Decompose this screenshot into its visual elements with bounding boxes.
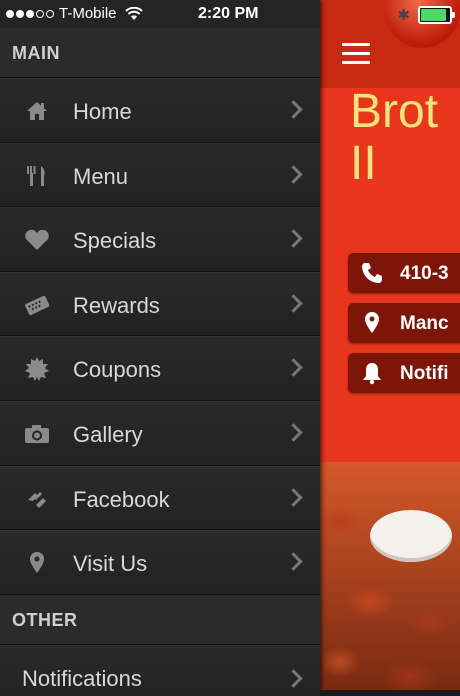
menu-item-facebook[interactable]: Facebook: [0, 465, 320, 531]
chevron-right-icon: [284, 164, 303, 184]
home-icon: [24, 99, 50, 123]
phone-number: 410-3: [400, 263, 449, 284]
menu-item-notifications[interactable]: Notifications: [0, 644, 320, 696]
section-header-other: OTHER: [0, 594, 320, 645]
location-text: Manc: [400, 313, 449, 334]
location-button[interactable]: Manc: [348, 303, 460, 343]
menu-item-label: Specials: [73, 228, 157, 254]
fork-knife-icon: [24, 164, 50, 188]
menu-item-label: Visit Us: [73, 551, 148, 577]
signal-strength-icon: [6, 9, 54, 18]
bell-icon: [360, 361, 384, 385]
chevron-right-icon: [284, 229, 303, 248]
chevron-right-icon: [284, 294, 303, 313]
wifi-icon: [124, 6, 143, 20]
menu-item-home[interactable]: Home: [0, 78, 320, 143]
location-icon: [360, 311, 384, 335]
status-left: T-Mobile: [6, 5, 143, 22]
chevron-right-icon: [284, 423, 303, 442]
menu-item-label: Home: [73, 99, 132, 124]
menu-item-coupons[interactable]: Coupons: [0, 336, 320, 401]
menu-item-label: Rewards: [73, 292, 160, 318]
battery-icon: [418, 6, 455, 24]
hamburger-menu-icon[interactable]: [342, 43, 370, 70]
map-pin-icon: [24, 551, 50, 575]
menu-item-gallery[interactable]: Gallery: [0, 400, 320, 466]
chevron-right-icon: [284, 669, 303, 688]
menu-item-label: Facebook: [73, 486, 170, 512]
menu-item-label: Gallery: [73, 421, 143, 447]
menu-item-specials[interactable]: Specials: [0, 207, 320, 272]
chevron-right-icon: [284, 358, 303, 378]
menu-item-rewards[interactable]: Rewards: [0, 271, 320, 337]
phone-button[interactable]: 410-3: [348, 253, 460, 293]
bluetooth-icon: ✱: [397, 7, 410, 24]
status-bar: T-Mobile 2:20 PM ✱: [0, 0, 460, 28]
chevron-right-icon: [284, 552, 303, 571]
carrier-name: T-Mobile: [59, 5, 117, 22]
notifications-button[interactable]: Notifi: [348, 353, 460, 393]
menu-item-label: Menu: [73, 163, 129, 189]
status-right: ✱: [397, 6, 455, 24]
facebook-icon: [24, 487, 50, 511]
phone-icon: [360, 261, 384, 285]
menu-item-label: Notifications: [22, 665, 142, 691]
dip-bowl: [370, 510, 452, 562]
food-photo: [320, 462, 460, 690]
restaurant-title: Brot II: [350, 85, 439, 190]
clock: 2:20 PM: [198, 5, 259, 22]
section-header-main: MAIN: [0, 28, 320, 78]
main-content: Brot II 410-3 Manc Notifi: [320, 0, 460, 690]
heart-icon: [24, 228, 50, 252]
menu-item-menu[interactable]: Menu: [0, 142, 320, 208]
rewards-card-icon: [24, 293, 50, 317]
camera-icon: [24, 422, 50, 446]
chevron-right-icon: [284, 487, 303, 507]
menu-item-visit-us[interactable]: Visit Us: [0, 530, 320, 595]
side-menu: MAIN Home Menu Specials Rewards Coupons: [0, 0, 320, 696]
chevron-right-icon: [284, 100, 303, 119]
notifications-text: Notifi: [400, 363, 449, 384]
menu-item-label: Coupons: [73, 357, 162, 383]
coupon-badge-icon: [24, 357, 50, 382]
battery-level: [421, 9, 446, 21]
